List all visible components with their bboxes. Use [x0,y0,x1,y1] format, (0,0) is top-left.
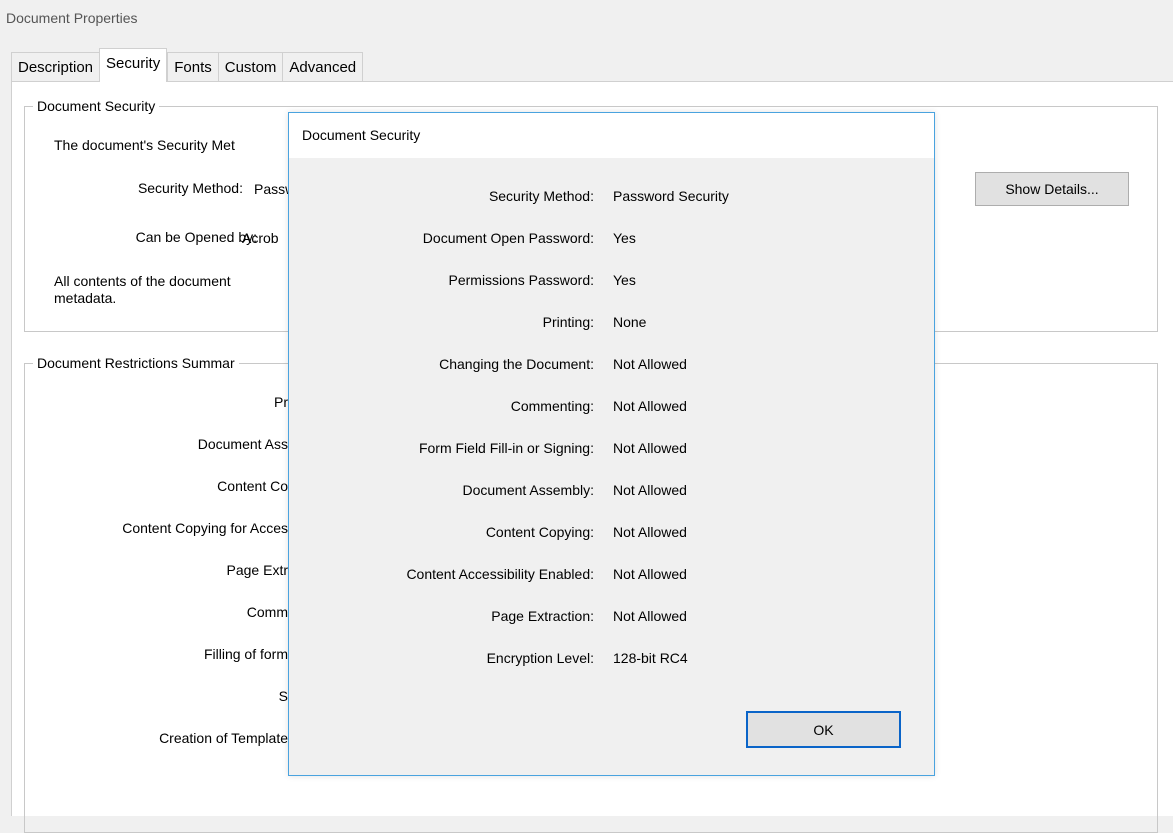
document-security-dialog: Document Security Security Method: Passw… [288,112,935,776]
detail-label: Content Accessibility Enabled: [406,566,594,582]
detail-label: Content Copying: [485,524,594,540]
detail-label: Page Extraction: [491,608,594,624]
detail-value: Not Allowed [613,482,687,498]
tab-security[interactable]: Security [99,48,168,82]
encryption-note-line1: All contents of the document [54,273,231,289]
security-method-intro: The document's Security Met [54,137,235,153]
opened-by-value: Acrob [242,230,279,246]
detail-value: None [613,314,647,330]
window-title: Document Properties [6,10,138,26]
detail-label: Document Open Password: [422,230,594,246]
detail-row: Commenting: Not Allowed [289,398,934,418]
dialog-titlebar: Document Security [289,113,934,158]
detail-value: Not Allowed [613,440,687,456]
restriction-label-creation-of-template: Creation of Template [159,730,288,746]
detail-row: Document Assembly: Not Allowed [289,482,934,502]
restriction-label-commenting: Comm [246,604,288,620]
document-restrictions-legend: Document Restrictions Summar [33,354,239,372]
detail-label: Permissions Password: [448,272,595,288]
restriction-label-page-extraction: Page Extr [226,562,288,578]
detail-row: Content Copying: Not Allowed [289,524,934,544]
restriction-label-printing: Pr [274,394,288,410]
tab-fonts[interactable]: Fonts [167,52,218,82]
restriction-label-signing: S [278,688,288,704]
show-details-button[interactable]: Show Details... [975,172,1129,206]
detail-value: Yes [613,230,636,246]
detail-label: Security Method: [488,188,594,204]
tab-description[interactable]: Description [11,52,100,82]
detail-row: Form Field Fill-in or Signing: Not Allow… [289,440,934,460]
restriction-label-content-copying-accessibility: Content Copying for Acces [122,520,288,536]
detail-label: Encryption Level: [486,650,594,666]
detail-label: Printing: [542,314,594,330]
detail-row: Content Accessibility Enabled: Not Allow… [289,566,934,586]
document-security-legend: Document Security [33,97,160,115]
detail-value: Not Allowed [613,356,687,372]
detail-label: Changing the Document: [439,356,594,372]
encryption-note-line2: metadata. [54,290,117,306]
tab-custom[interactable]: Custom [217,52,283,82]
detail-row: Security Method: Password Security [289,188,934,208]
security-method-label: Security Method: [137,180,243,196]
detail-value: Not Allowed [613,608,687,624]
restriction-label-filling-form: Filling of form [203,646,288,662]
detail-value: Yes [613,272,636,288]
detail-label: Commenting: [510,398,594,414]
detail-label: Document Assembly: [462,482,595,498]
detail-label: Form Field Fill-in or Signing: [418,440,594,456]
detail-row: Permissions Password: Yes [289,272,934,292]
detail-value: Not Allowed [613,524,687,540]
restriction-label-document-assembly: Document Ass [197,436,288,452]
tab-strip: Description Security Fonts Custom Advanc… [11,48,364,82]
detail-value: Not Allowed [613,398,687,414]
detail-value: Password Security [613,188,729,204]
detail-row: Printing: None [289,314,934,334]
detail-row: Document Open Password: Yes [289,230,934,250]
ok-button[interactable]: OK [746,711,901,748]
detail-row: Encryption Level: 128-bit RC4 [289,650,934,670]
restriction-label-content-copying: Content Co [217,478,288,494]
opened-by-label: Can be Opened by: [135,229,257,245]
detail-row: Page Extraction: Not Allowed [289,608,934,628]
detail-value: 128-bit RC4 [613,650,688,666]
detail-value: Not Allowed [613,566,687,582]
tab-advanced[interactable]: Advanced [282,52,364,82]
dialog-title: Document Security [302,127,421,143]
detail-row: Changing the Document: Not Allowed [289,356,934,376]
